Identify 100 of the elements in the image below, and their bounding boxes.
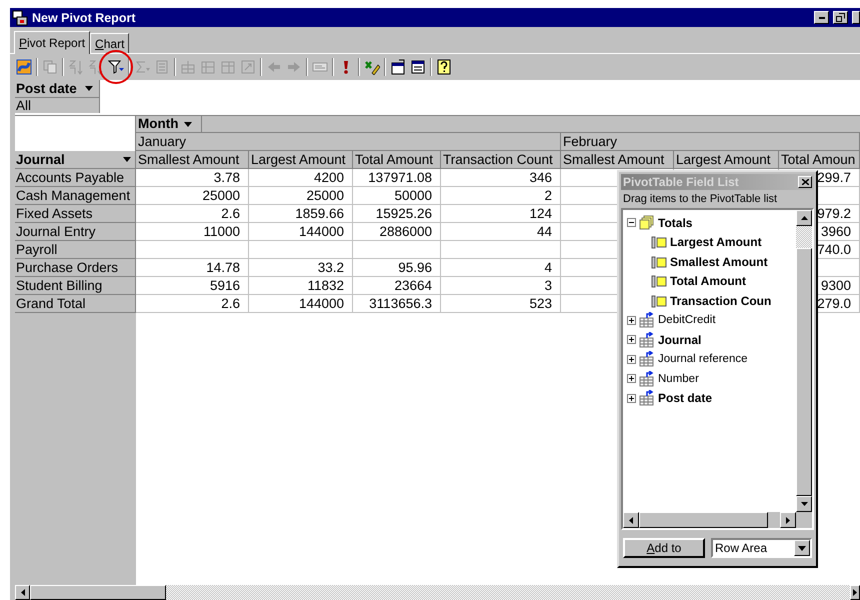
export-icon[interactable] (390, 59, 406, 75)
panel-title: PivotTable Field List (623, 175, 739, 189)
scroll-right-button[interactable] (850, 585, 860, 600)
calculated-field-icon[interactable] (154, 59, 170, 75)
column-header: Largest Amount (674, 151, 779, 169)
scroll-down-button[interactable] (796, 496, 812, 512)
tree-item[interactable]: Largest Amount (670, 235, 762, 250)
add-to-button[interactable]: Add to (623, 538, 705, 558)
table-cell: 1859.66 (249, 205, 353, 223)
expand-icon[interactable] (627, 354, 636, 364)
scroll-right-button[interactable] (780, 512, 796, 528)
table-cell: 11000 (136, 223, 249, 241)
right-arrow-icon (786, 516, 790, 524)
scroll-thumb[interactable] (30, 585, 166, 600)
table-cell: 2 (441, 187, 561, 205)
table-cell: 5916 (136, 277, 249, 295)
field-icon[interactable] (639, 390, 655, 406)
area-dropdown[interactable]: Row Area (711, 538, 812, 558)
row-header: Journal Entry (15, 223, 136, 241)
tree-item[interactable]: DebitCredit (658, 314, 716, 326)
table-cell: 3 (441, 277, 561, 295)
field-icon[interactable] (639, 332, 655, 348)
dropdown-value: Row Area (715, 541, 768, 555)
column-header: Smallest Amount (136, 151, 249, 169)
column-header: Total Amoun (779, 151, 860, 169)
table-cell: 137971.08 (353, 169, 441, 187)
field-label: Post date (16, 81, 77, 96)
scroll-left-button[interactable] (623, 512, 639, 528)
measure-icon[interactable] (651, 254, 667, 270)
tree-item[interactable]: Post date (658, 391, 712, 406)
field-icon[interactable] (639, 312, 655, 328)
tab[interactable]: Chart (90, 33, 130, 53)
column-header: Smallest Amount (561, 151, 674, 169)
field-icon[interactable] (639, 351, 655, 368)
close-button[interactable] (798, 176, 812, 188)
window-icon[interactable] (410, 59, 426, 75)
vertical-scrollbar[interactable] (796, 210, 812, 512)
minimize-button[interactable] (814, 11, 829, 24)
totals-icon[interactable] (639, 214, 655, 231)
expand-icon[interactable] (627, 394, 636, 403)
measure-icon[interactable] (651, 234, 667, 250)
window-title: New Pivot Report (32, 10, 136, 24)
tree-item[interactable]: Journal (658, 332, 702, 347)
expand-icon[interactable] (627, 335, 636, 344)
table-cell: 15925.26 (353, 205, 441, 223)
tree-item[interactable]: Number (658, 372, 699, 385)
measure-icon[interactable] (651, 292, 667, 309)
column-header: Largest Amount (249, 151, 353, 169)
row-field-button[interactable]: Journal (15, 151, 136, 169)
table-cell: 33.2 (249, 259, 353, 277)
field-label: Journal (16, 151, 65, 168)
row-header: Purchase Orders (15, 259, 136, 277)
column-header: Total Amount (353, 151, 441, 169)
tree-item[interactable]: Totals (658, 216, 692, 230)
up-arrow-icon (800, 216, 808, 220)
dropdown-arrow-icon[interactable] (123, 157, 131, 162)
left-arrow-icon (20, 589, 24, 596)
expand-icon[interactable] (627, 316, 636, 325)
close-button[interactable] (852, 11, 860, 24)
expand-icon[interactable] (627, 374, 636, 384)
row-header: Fixed Assets (15, 205, 136, 223)
app-icon[interactable] (12, 10, 28, 26)
dropdown-arrow-icon[interactable] (85, 86, 93, 91)
restore-button[interactable] (833, 11, 848, 24)
filter-icon[interactable] (108, 59, 124, 75)
minimize-icon (818, 16, 824, 18)
column-header: Transaction Count (441, 151, 561, 169)
row-header: Payroll (15, 241, 136, 259)
table-cell: 144000 (249, 295, 353, 313)
logo-icon[interactable] (16, 59, 32, 75)
row-header: Student Billing (15, 277, 136, 295)
dropdown-arrow-icon[interactable] (184, 122, 192, 126)
table-cell: 11832 (249, 277, 353, 295)
tree-item[interactable]: Journal reference (658, 353, 748, 366)
tree-item[interactable]: Smallest Amount (670, 254, 768, 269)
help-icon[interactable] (436, 59, 452, 75)
table-cell: 144000 (249, 223, 353, 241)
column-field-button[interactable]: Month (136, 116, 202, 132)
tab[interactable]: Pivot Report (14, 31, 90, 54)
field-list-icon[interactable] (364, 59, 380, 75)
filter-field-button[interactable]: Post date (15, 80, 100, 98)
left-arrow-icon (629, 516, 633, 524)
table-cell: 3113656.3 (353, 295, 441, 313)
close-icon (802, 179, 808, 185)
scroll-thumb[interactable] (796, 248, 812, 496)
horizontal-scrollbar[interactable] (623, 512, 812, 528)
horizontal-scrollbar[interactable] (15, 585, 860, 600)
dropdown-arrow-icon[interactable] (798, 546, 806, 550)
field-icon[interactable] (639, 370, 655, 387)
collapse-icon[interactable] (627, 218, 636, 228)
table-cell: 14.78 (136, 259, 249, 277)
tree-item[interactable]: Total Amount (670, 274, 746, 288)
column-group-header: February (561, 133, 860, 151)
scroll-thumb[interactable] (639, 512, 768, 528)
down-arrow-icon (800, 502, 808, 506)
scroll-up-button[interactable] (796, 210, 812, 226)
tree-item[interactable]: Transaction Coun (670, 294, 772, 308)
measure-icon[interactable] (651, 273, 667, 290)
scroll-left-button[interactable] (15, 585, 30, 600)
table-cell: 346 (441, 169, 561, 187)
